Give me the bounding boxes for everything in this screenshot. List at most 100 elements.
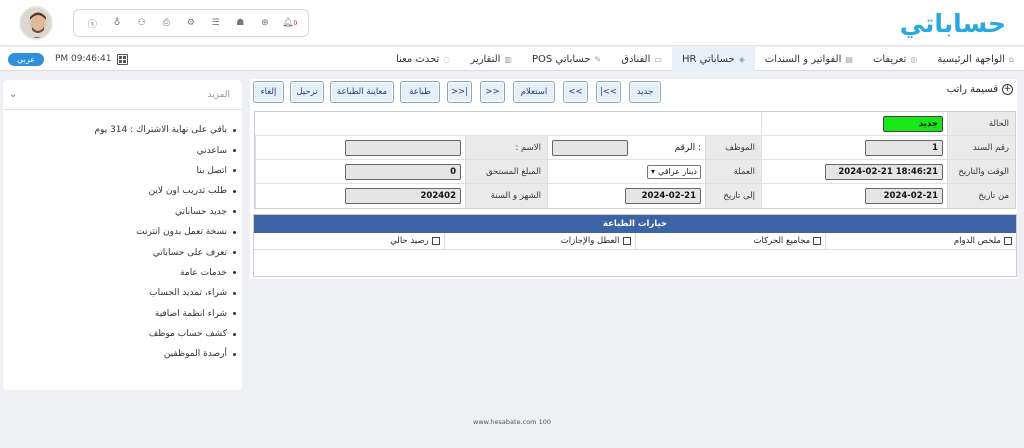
tab-label: التقارير [470, 53, 501, 65]
option-current-balance[interactable]: رصيد حالي [254, 233, 444, 249]
tab-chat[interactable]: ◌ تحدث معنا [386, 47, 460, 71]
tab-label: الواجهة الرئيسية [937, 53, 1005, 65]
status-cell: جديد [761, 112, 947, 135]
form-row-dates: من تاريخ 2024-02-21 إلى تاريخ 2024-02-21… [255, 184, 1015, 208]
option-label: رصيد حالي [390, 236, 429, 246]
sidebar-item-whats-new[interactable]: جديد حساباتي [3, 202, 242, 222]
dollar-icon[interactable]: ⓢ [86, 17, 98, 30]
from-date-field[interactable]: 2024-02-21 [865, 188, 943, 204]
tab-home[interactable]: ⌂ الواجهة الرئيسية [927, 47, 1024, 71]
currency-value: دينار عراقي [658, 167, 697, 176]
datetime-label: الوقت والتاريخ [947, 160, 1015, 183]
sidebar-item-employee-balances[interactable]: أرصدة الموظفين [3, 344, 242, 364]
from-date-cell: 2024-02-21 [761, 184, 947, 208]
calculator-icon[interactable] [117, 53, 129, 65]
sidebar-item-label: نسخة تعمل بدون انترنت [136, 227, 227, 238]
to-date-label: إلى تاريخ [705, 184, 761, 208]
print-button[interactable]: طباعة [400, 81, 440, 103]
hr-icon: ◈ [738, 54, 745, 64]
language-button[interactable]: عربي [8, 53, 44, 66]
sidebar-item-label: جديد حساباتي [175, 206, 227, 217]
currency-select[interactable]: دينار عراقي ▾ [647, 164, 701, 179]
print-options-panel: خيارات الطباعة ملخص الدوام مجاميع الحركا… [253, 214, 1017, 277]
plus-circle-icon[interactable]: ⊕ [259, 17, 271, 29]
sidebar-item-contact[interactable]: اتصل بنا [3, 161, 242, 181]
doc-number-label: رقم السند [947, 136, 1015, 159]
post-button[interactable]: ترحيل [290, 81, 324, 103]
printer-icon[interactable]: ⎙ [160, 17, 172, 29]
status-badge: جديد [883, 115, 943, 132]
doc-number-field[interactable]: 1 [865, 139, 943, 156]
checkbox[interactable] [431, 237, 440, 245]
nav-tabs: ⌂ الواجهة الرئيسية ◎ تعريفات ▤ الفواتير و ا… [386, 47, 1024, 71]
eye-icon: ◎ [910, 54, 918, 64]
first-button[interactable]: |<< [596, 81, 621, 103]
tab-label: حساباتي POS [531, 53, 591, 65]
sidebar-item-buy-systems[interactable]: شراء انظمة اضافية [3, 304, 242, 324]
gears-icon[interactable]: ⚙ [185, 17, 197, 29]
sidebar-item-label: أرصدة الموظفين [163, 349, 227, 360]
sidebar-item-subscription: باقي على نهاية الاشتراك : 314 يوم [3, 120, 242, 140]
database-icon[interactable]: ☰ [210, 17, 222, 29]
option-holidays-leaves[interactable]: العطل والإجازات [443, 233, 635, 249]
tab-reports[interactable]: ▥ التقارير [460, 47, 522, 71]
sidebar-item-help[interactable]: ساعدني [3, 140, 242, 160]
tab-hotels[interactable]: ▭ الفنادق [611, 47, 672, 71]
main-nav: عربي PM 09:46:41 ⌂ الواجهة الرئيسية ◎ تعري… [0, 47, 1024, 71]
amount-cell: 0 [255, 160, 465, 183]
employee-name-field[interactable] [345, 139, 461, 156]
salary-form: الحالة جديد رقم السند 1 الموظف الرقم : ا… [254, 111, 1016, 209]
notification-bell-icon[interactable]: 🔔︎ 0 [282, 17, 297, 29]
print-options-title: خيارات الطباعة [254, 215, 1016, 233]
bullet-icon [233, 230, 236, 234]
toolbar: + قسيمة راتب جديد |<< << استعلام >> >>| … [250, 79, 1017, 107]
new-button[interactable]: جديد [629, 81, 661, 103]
users-icon[interactable]: ⚇ [136, 17, 148, 29]
checkbox[interactable] [813, 237, 822, 245]
hotel-icon: ▭ [654, 54, 662, 64]
option-attendance-summary[interactable]: ملخص الدوام [825, 233, 1016, 249]
sidebar-item-about[interactable]: تعرف على حساباتي [3, 242, 242, 262]
tab-label: تعريفات [872, 53, 907, 65]
sidebar-item-label: ساعدني [196, 145, 227, 156]
bag-icon[interactable]: ♁ [111, 17, 123, 29]
option-label: ملخص الدوام [953, 236, 1001, 246]
tab-hr[interactable]: ◈ حساباتي HR [671, 47, 755, 71]
last-button[interactable]: >>| [447, 81, 472, 103]
sidebar-item-buy-extend[interactable]: شراء، تمديد الحساب [3, 283, 242, 303]
android-icon[interactable]: ☗ [234, 17, 246, 29]
chevron-down-icon[interactable]: ⌄ [9, 89, 17, 100]
print-preview-button[interactable]: معاينة الطباعة [330, 81, 394, 103]
avatar[interactable] [19, 6, 53, 40]
tab-definitions[interactable]: ◎ تعريفات [863, 47, 927, 71]
query-button[interactable]: استعلام [513, 81, 555, 103]
tab-label: الفنادق [621, 53, 651, 65]
sidebar-item-employee-statement[interactable]: كشف حساب موظف [3, 324, 242, 344]
employee-number-field[interactable] [552, 139, 628, 156]
sidebar-header[interactable]: ⌄ المزيد [3, 80, 242, 110]
tab-label: حساباتي HR [681, 53, 735, 65]
tab-pos[interactable]: ✎ حساباتي POS [522, 47, 611, 71]
month-year-cell: 202402 [255, 184, 465, 208]
checkbox[interactable] [622, 237, 631, 245]
sidebar-item-offline[interactable]: نسخة تعمل بدون انترنت [3, 222, 242, 242]
sidebar-item-services[interactable]: خدمات عامة [3, 263, 242, 283]
sidebar-header-label: المزيد [207, 89, 230, 100]
option-movement-totals[interactable]: مجاميع الحركات [634, 233, 826, 249]
tab-invoices[interactable]: ▤ الفواتير و السندات [755, 47, 863, 71]
sidebar-item-training[interactable]: طلب تدريب اون لاين [3, 181, 242, 201]
cancel-button[interactable]: إلغاء [253, 81, 284, 103]
datetime-field[interactable]: 2024-02-21 18:46:21 [825, 163, 943, 180]
next-button[interactable]: >> [480, 81, 505, 103]
employee-number-label: الرقم : [674, 142, 701, 153]
bullet-icon [233, 271, 236, 275]
logo[interactable]: حساباتي [900, 4, 1007, 42]
checkbox[interactable] [1004, 237, 1012, 245]
to-date-field[interactable]: 2024-02-21 [625, 188, 701, 204]
amount-field[interactable]: 0 [345, 163, 461, 180]
add-circle-icon[interactable]: + [1002, 84, 1013, 95]
month-year-field[interactable]: 202402 [345, 188, 461, 204]
sidebar-item-label: اتصل بنا [196, 165, 227, 176]
prev-button[interactable]: << [563, 81, 588, 103]
